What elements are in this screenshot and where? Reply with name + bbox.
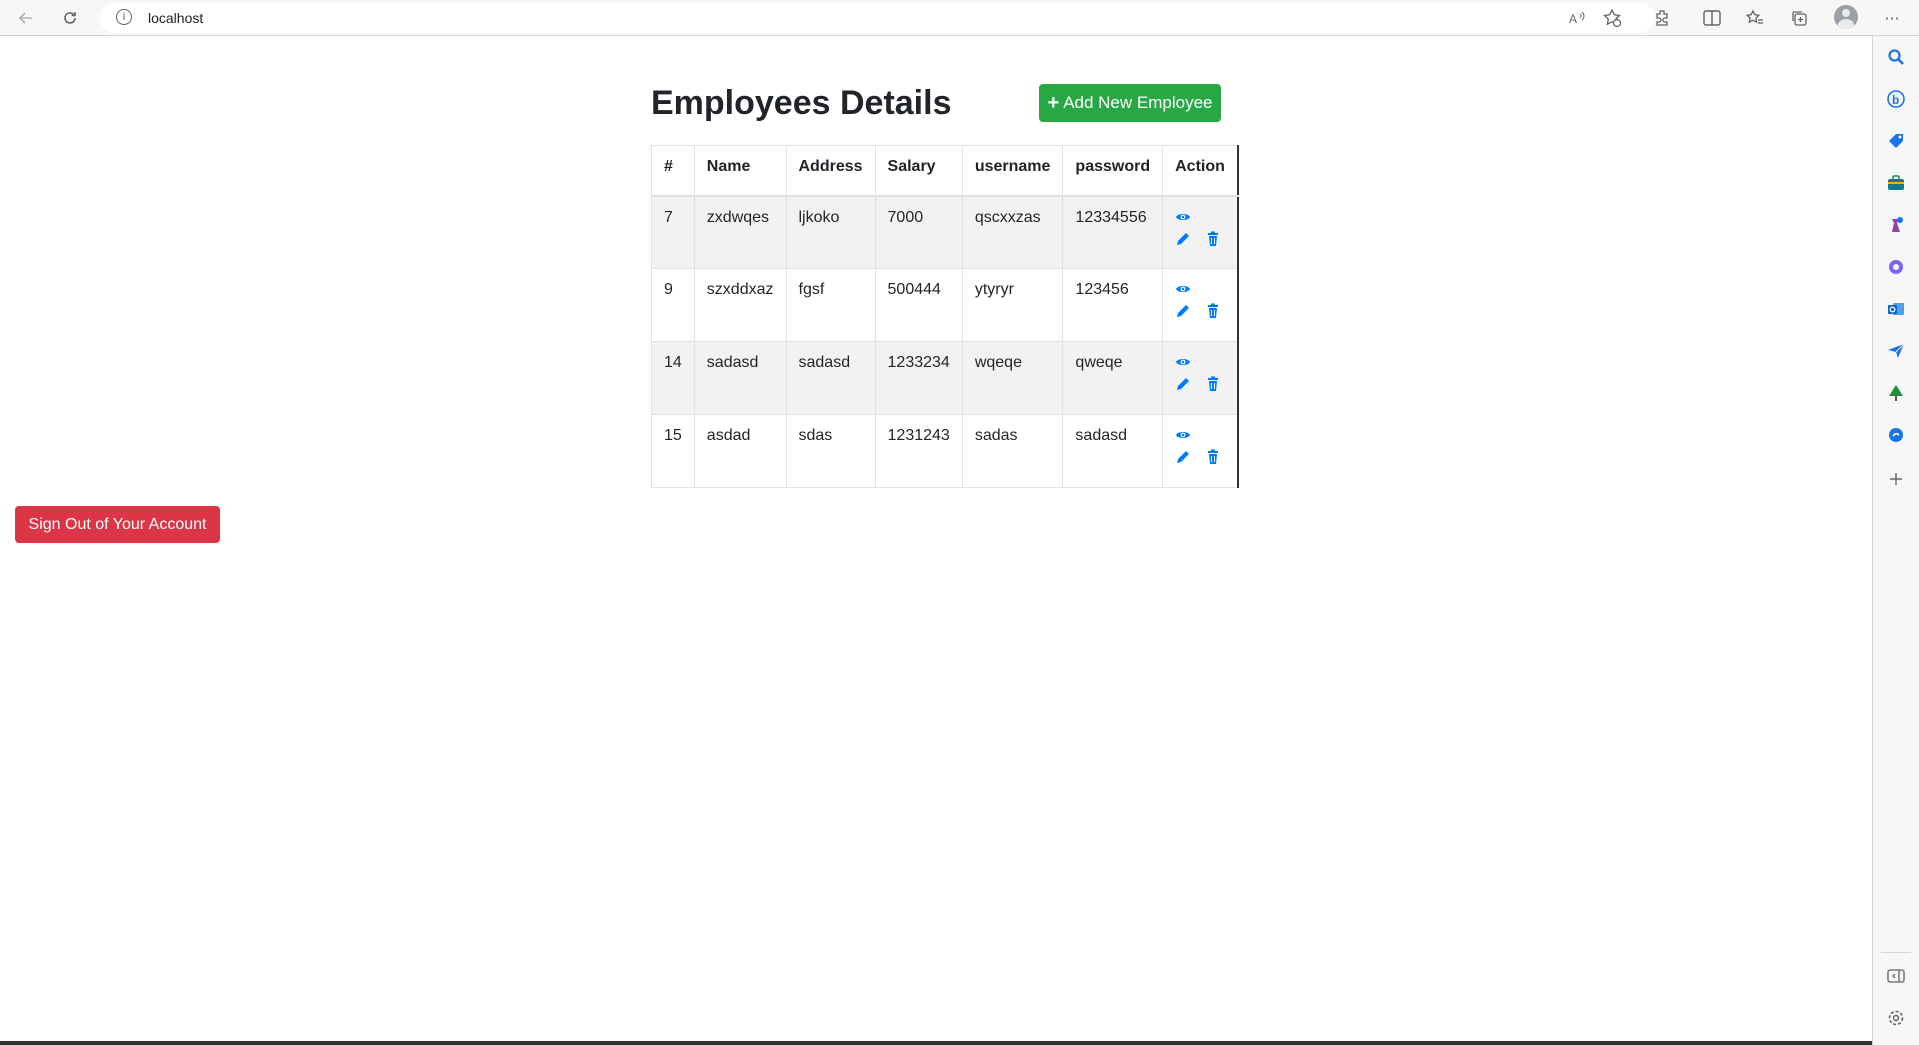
profile-icon[interactable] [1834, 5, 1858, 29]
favorite-add-icon[interactable] [1600, 6, 1624, 30]
table-row: 14 sadasd sadasd 1233234 wqeqe qweqe [651, 341, 1239, 415]
office-icon[interactable] [1885, 256, 1907, 278]
browser-sidebar: b [1872, 36, 1919, 1045]
send-icon[interactable] [1885, 340, 1907, 362]
tree-icon[interactable] [1885, 382, 1907, 404]
cell-username: wqeqe [961, 341, 1064, 415]
cell-password: 12334556 [1062, 195, 1164, 269]
sidebar-divider [1881, 952, 1911, 953]
split-screen-icon[interactable] [1700, 6, 1724, 30]
read-aloud-icon[interactable]: A [1566, 6, 1590, 30]
search-icon[interactable] [1885, 46, 1907, 68]
address-bar[interactable]: i localhost [100, 3, 1655, 33]
cell-id: 7 [651, 195, 695, 269]
cell-actions [1162, 195, 1239, 269]
cell-id: 14 [651, 341, 695, 415]
delete-icon[interactable] [1205, 376, 1221, 392]
add-new-employee-button[interactable]: + Add New Employee [1039, 84, 1221, 122]
view-icon[interactable] [1175, 209, 1191, 225]
settings-icon[interactable] [1885, 1007, 1907, 1029]
outlook-icon[interactable] [1885, 298, 1907, 320]
edit-icon[interactable] [1175, 303, 1191, 319]
column-header-username: username [961, 145, 1064, 197]
window-bottom-edge [0, 1041, 1872, 1045]
table-row: 15 asdad sdas 1231243 sadas sadasd [651, 414, 1239, 488]
cell-username: sadas [961, 414, 1064, 488]
cell-address: fgsf [785, 268, 876, 342]
cell-actions [1162, 341, 1239, 415]
games-icon[interactable] [1885, 214, 1907, 236]
cell-actions [1162, 414, 1239, 488]
shopping-tag-icon[interactable] [1885, 130, 1907, 152]
cell-name: asdad [693, 414, 787, 488]
delete-icon[interactable] [1205, 231, 1221, 247]
column-header-salary: Salary [874, 145, 963, 197]
cell-address: sadasd [785, 341, 876, 415]
edit-icon[interactable] [1175, 231, 1191, 247]
info-icon[interactable]: i [116, 9, 132, 25]
cell-address: sdas [785, 414, 876, 488]
add-new-employee-label: Add New Employee [1063, 93, 1213, 112]
extensions-icon[interactable] [1650, 6, 1674, 30]
column-header-id: # [651, 145, 695, 197]
view-icon[interactable] [1175, 354, 1191, 370]
cell-username: qscxxzas [961, 195, 1064, 269]
back-icon[interactable] [12, 4, 40, 32]
column-header-password: password [1062, 145, 1164, 197]
tools-briefcase-icon[interactable] [1885, 172, 1907, 194]
cell-password: sadasd [1062, 414, 1164, 488]
browser-toolbar: i localhost A ··· [0, 0, 1919, 36]
cell-name: sadasd [693, 341, 787, 415]
bing-chat-icon[interactable]: b [1885, 88, 1907, 110]
column-header-address: Address [785, 145, 876, 197]
cell-id: 15 [651, 414, 695, 488]
cell-salary: 500444 [874, 268, 963, 342]
cell-salary: 7000 [874, 195, 963, 269]
add-icon[interactable] [1885, 468, 1907, 490]
table-row: 7 zxdwqes ljkoko 7000 qscxxzas 12334556 [651, 195, 1239, 269]
collections-icon[interactable] [1787, 6, 1811, 30]
delete-icon[interactable] [1205, 303, 1221, 319]
delete-icon[interactable] [1205, 449, 1221, 465]
cell-name: zxdwqes [693, 195, 787, 269]
cell-name: szxddxaz [693, 268, 787, 342]
view-icon[interactable] [1175, 427, 1191, 443]
cell-password: qweqe [1062, 341, 1164, 415]
reload-icon[interactable] [56, 4, 84, 32]
cell-password: 123456 [1062, 268, 1164, 342]
cell-salary: 1233234 [874, 341, 963, 415]
column-header-action: Action [1162, 145, 1239, 197]
hide-sidebar-icon[interactable] [1885, 965, 1907, 987]
cell-actions [1162, 268, 1239, 342]
cell-username: ytyryr [961, 268, 1064, 342]
column-header-name: Name [693, 145, 787, 197]
employees-table: # Name Address Salary username password … [651, 145, 1239, 488]
svg-text:A: A [1569, 12, 1577, 26]
more-icon[interactable]: ··· [1880, 6, 1904, 30]
edit-icon[interactable] [1175, 449, 1191, 465]
svg-text:b: b [1892, 93, 1899, 107]
table-row: 9 szxddxaz fgsf 500444 ytyryr 123456 [651, 268, 1239, 342]
view-icon[interactable] [1175, 281, 1191, 297]
cell-salary: 1231243 [874, 414, 963, 488]
favorites-icon[interactable] [1743, 6, 1767, 30]
drop-icon[interactable] [1885, 424, 1907, 446]
sign-out-button[interactable]: Sign Out of Your Account [15, 506, 220, 543]
page-title: Employees Details [651, 84, 952, 122]
cell-address: ljkoko [785, 195, 876, 269]
cell-id: 9 [651, 268, 695, 342]
plus-icon: + [1047, 92, 1060, 114]
table-header-row: # Name Address Salary username password … [651, 145, 1239, 197]
edit-icon[interactable] [1175, 376, 1191, 392]
url-text: localhost [148, 10, 204, 26]
